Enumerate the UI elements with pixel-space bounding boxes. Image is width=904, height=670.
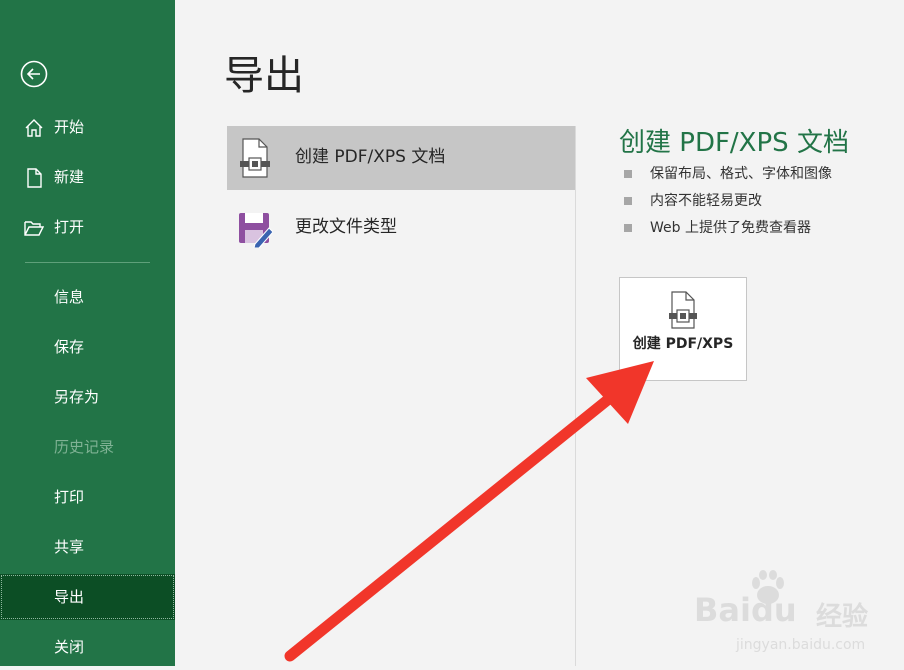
create-pdf-xps-button[interactable]: 创建 PDF/XPS — [619, 277, 747, 381]
sidebar-item-label: 共享 — [54, 538, 85, 556]
sidebar-item-label: 导出 — [54, 588, 85, 606]
sidebar-item-label: 信息 — [54, 288, 85, 306]
pdf-document-icon — [669, 291, 697, 329]
sidebar-item-close[interactable]: 关闭 — [0, 624, 175, 670]
sidebar-item-open[interactable]: 打开 — [0, 204, 175, 250]
sidebar-item-home[interactable]: 开始 — [0, 104, 175, 150]
sidebar-item-save[interactable]: 保存 — [0, 324, 175, 370]
watermark-brand: Baidu — [694, 591, 797, 629]
sidebar-item-label: 另存为 — [54, 388, 100, 406]
export-option-change-file-type[interactable]: 更改文件类型 — [227, 196, 575, 260]
panel-divider — [575, 126, 576, 666]
pdf-document-icon — [240, 138, 270, 178]
sidebar-item-label: 保存 — [54, 338, 85, 356]
bullet-square-icon — [624, 224, 632, 232]
export-option-label: 更改文件类型 — [295, 217, 397, 237]
new-document-icon — [27, 168, 42, 188]
sidebar-item-history: 历史记录 — [0, 424, 175, 470]
sidebar-item-new[interactable]: 新建 — [0, 154, 175, 200]
home-icon — [25, 119, 43, 137]
sidebar-item-label: 打开 — [54, 218, 85, 236]
create-pdf-xps-label: 创建 PDF/XPS — [632, 336, 734, 352]
sidebar-item-label: 开始 — [54, 118, 85, 136]
sidebar-item-label: 历史记录 — [54, 438, 115, 456]
backstage-sidebar: 开始 新建 打开 信息 保存 另存为 历史记录 打印 共享 导出 关闭 — [0, 0, 175, 666]
watermark: Baidu 经验 jingyan.baidu.com — [688, 565, 904, 666]
back-arrow-icon[interactable] — [20, 60, 48, 88]
sidebar-item-export[interactable]: 导出 — [0, 574, 175, 620]
sidebar-item-share[interactable]: 共享 — [0, 524, 175, 570]
bullet-square-icon — [624, 170, 632, 178]
panel-title: 创建 PDF/XPS 文档 — [619, 128, 849, 158]
sidebar-item-save-as[interactable]: 另存为 — [0, 374, 175, 420]
page-title: 导出 — [224, 53, 304, 99]
sidebar-item-print[interactable]: 打印 — [0, 474, 175, 520]
sidebar-item-label: 关闭 — [54, 638, 85, 656]
folder-open-icon — [24, 221, 44, 236]
export-option-create-pdf[interactable]: 创建 PDF/XPS 文档 — [227, 126, 575, 190]
sidebar-item-label: 打印 — [54, 488, 85, 506]
watermark-subbrand: 经验 — [816, 602, 869, 632]
sidebar-item-info[interactable]: 信息 — [0, 274, 175, 320]
sidebar-divider — [25, 262, 150, 263]
bullet-square-icon — [624, 197, 632, 205]
watermark-url: jingyan.baidu.com — [736, 637, 866, 653]
sidebar-item-label: 新建 — [54, 168, 85, 186]
export-option-label: 创建 PDF/XPS 文档 — [295, 147, 446, 167]
change-file-type-icon — [239, 213, 273, 248]
